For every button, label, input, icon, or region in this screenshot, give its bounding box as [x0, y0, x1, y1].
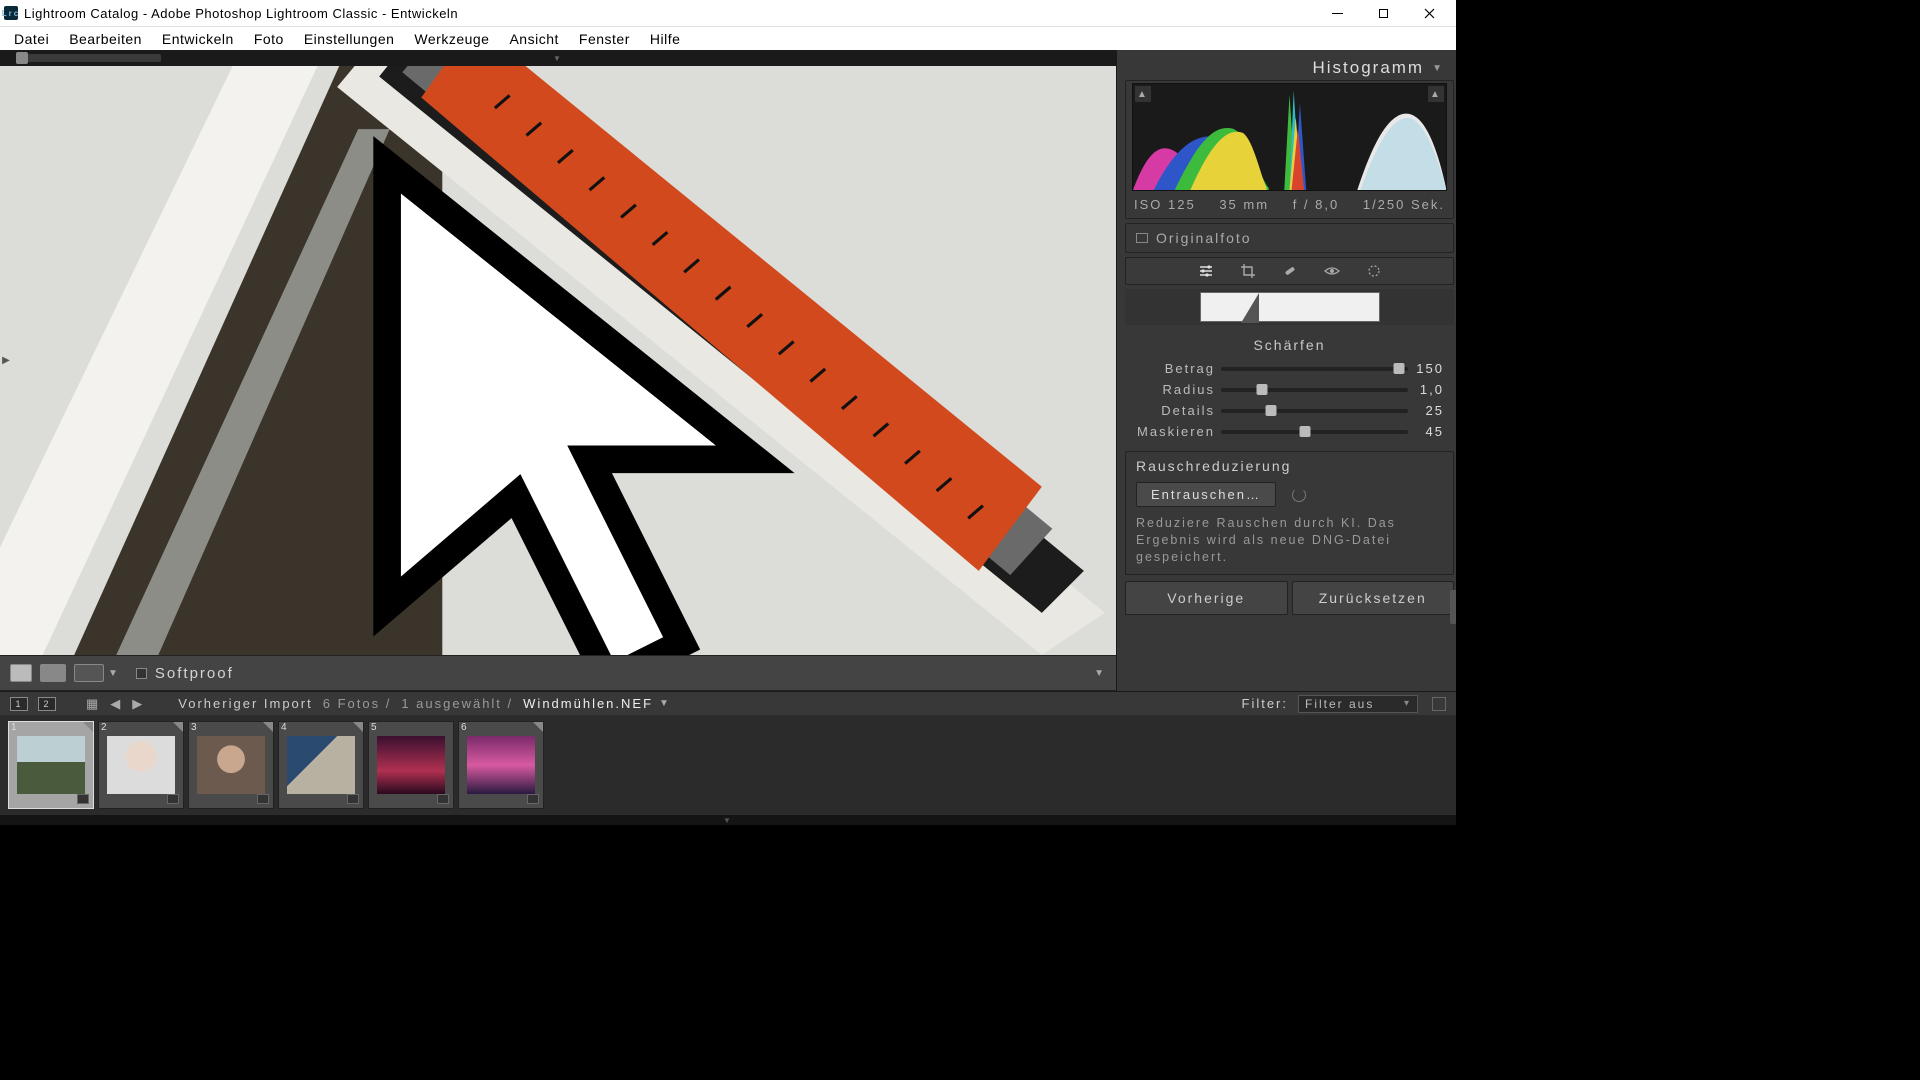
crop-icon[interactable] [1239, 262, 1257, 280]
left-panel-toggle[interactable]: ▶ [0, 341, 14, 381]
thumb-2[interactable]: 2 [98, 721, 184, 809]
main-monitor-button[interactable]: 1 [10, 697, 28, 711]
filmstrip-header: 1 2 ▦ ◀ ▶ Vorheriger Import 6 Fotos / 1 … [0, 691, 1456, 715]
exif-row: ISO 125 35 mm f / 8,0 1/250 Sek. [1126, 191, 1453, 218]
menu-hilfe[interactable]: Hilfe [640, 29, 691, 49]
detail-preview[interactable] [1125, 289, 1454, 325]
slider-details[interactable]: Details 25 [1125, 401, 1454, 422]
denoise-title: Rauschreduzierung [1126, 452, 1453, 476]
menu-entwickeln[interactable]: Entwickeln [152, 29, 244, 49]
reset-button[interactable]: Zurücksetzen [1292, 581, 1455, 615]
original-photo-icon [1136, 233, 1148, 243]
right-panel-resize-handle[interactable] [1450, 590, 1456, 624]
thumb-5[interactable]: 5 [368, 721, 454, 809]
next-photo-icon[interactable]: ▶ [132, 696, 144, 712]
menu-bearbeiten[interactable]: Bearbeiten [59, 29, 152, 49]
menu-bar: Datei Bearbeiten Entwickeln Foto Einstel… [0, 26, 1456, 50]
menu-einstellungen[interactable]: Einstellungen [294, 29, 405, 49]
sharpen-title: Schärfen [1125, 333, 1454, 359]
edit-tool-strip [1125, 257, 1454, 285]
slider-radius[interactable]: Radius 1,0 [1125, 380, 1454, 401]
before-after-button[interactable] [74, 664, 104, 682]
filter-lock-icon[interactable] [1432, 697, 1446, 711]
selected-label: 1 ausgewählt / [401, 696, 513, 711]
exif-aperture: f / 8,0 [1293, 197, 1340, 212]
histogram-graph[interactable]: ▲ ▲ [1132, 83, 1447, 191]
softproof-label: Softproof [155, 665, 234, 682]
denoise-button[interactable]: Entrauschen… [1136, 482, 1276, 507]
view-toolbar: ▼ Softproof ▼ [0, 655, 1116, 691]
minimize-button[interactable] [1314, 0, 1360, 26]
exif-iso: ISO 125 [1134, 197, 1196, 212]
original-photo-toggle[interactable]: Originalfoto [1125, 223, 1454, 253]
count-label: 6 Fotos / [323, 696, 392, 711]
view-mode-more-icon[interactable]: ▼ [108, 668, 120, 679]
filename-dropdown-icon[interactable]: ▼ [659, 698, 671, 709]
close-button[interactable] [1406, 0, 1452, 26]
loupe-view-button[interactable] [10, 664, 32, 682]
image-canvas[interactable]: ▶ [0, 66, 1116, 655]
prev-photo-icon[interactable]: ◀ [110, 696, 122, 712]
filter-label: Filter: [1242, 696, 1289, 711]
exif-shutter: 1/250 Sek. [1363, 197, 1445, 212]
app-icon: Lrc [4, 6, 18, 20]
dropdown-icon: ▼ [1432, 63, 1444, 74]
slider-maskieren[interactable]: Maskieren 45 [1125, 422, 1454, 443]
filter-select[interactable]: Filter aus▾ [1298, 695, 1418, 713]
thumb-3[interactable]: 3 [188, 721, 274, 809]
top-panel-toggle[interactable]: ▼ [0, 50, 1116, 66]
maximize-button[interactable] [1360, 0, 1406, 26]
source-label[interactable]: Vorheriger Import [178, 696, 312, 711]
develop-panel: Histogramm ▼ ▲ ▲ [1116, 50, 1456, 691]
redeye-icon[interactable] [1323, 262, 1341, 280]
denoise-desc: Reduziere Rauschen durch KI. Das Ergebni… [1126, 513, 1453, 574]
compare-view-button[interactable] [40, 664, 66, 682]
title-bar: Lrc Lightroom Catalog - Adobe Photoshop … [0, 0, 1456, 26]
heal-icon[interactable] [1281, 262, 1299, 280]
toolbar-more-icon[interactable]: ▼ [1094, 668, 1106, 679]
thumb-6[interactable]: 6 [458, 721, 544, 809]
menu-werkzeuge[interactable]: Werkzeuge [404, 29, 499, 49]
previous-button[interactable]: Vorherige [1125, 581, 1288, 615]
bottom-panel-toggle[interactable]: ▼ [0, 815, 1456, 825]
thumb-4[interactable]: 4 [278, 721, 364, 809]
histogram-header[interactable]: Histogramm ▼ [1125, 54, 1454, 80]
thumb-1[interactable]: 1 [8, 721, 94, 809]
exif-focal: 35 mm [1219, 197, 1269, 212]
loading-spinner-icon [1292, 488, 1306, 502]
softproof-checkbox[interactable] [136, 668, 147, 679]
grid-view-icon[interactable]: ▦ [86, 696, 100, 712]
menu-foto[interactable]: Foto [244, 29, 294, 49]
shadow-clip-icon[interactable]: ▲ [1135, 86, 1151, 102]
highlight-clip-icon[interactable]: ▲ [1428, 86, 1444, 102]
filename-label[interactable]: Windmühlen.NEF [523, 696, 653, 711]
window-title: Lightroom Catalog - Adobe Photoshop Ligh… [24, 6, 458, 21]
slider-betrag[interactable]: Betrag 150 [1125, 359, 1454, 380]
menu-fenster[interactable]: Fenster [569, 29, 640, 49]
edit-sliders-icon[interactable] [1197, 262, 1215, 280]
menu-datei[interactable]: Datei [4, 29, 59, 49]
second-monitor-button[interactable]: 2 [38, 697, 56, 711]
mask-icon[interactable] [1365, 262, 1383, 280]
filmstrip[interactable]: 1 2 3 4 5 6 [0, 715, 1456, 815]
menu-ansicht[interactable]: Ansicht [499, 29, 568, 49]
